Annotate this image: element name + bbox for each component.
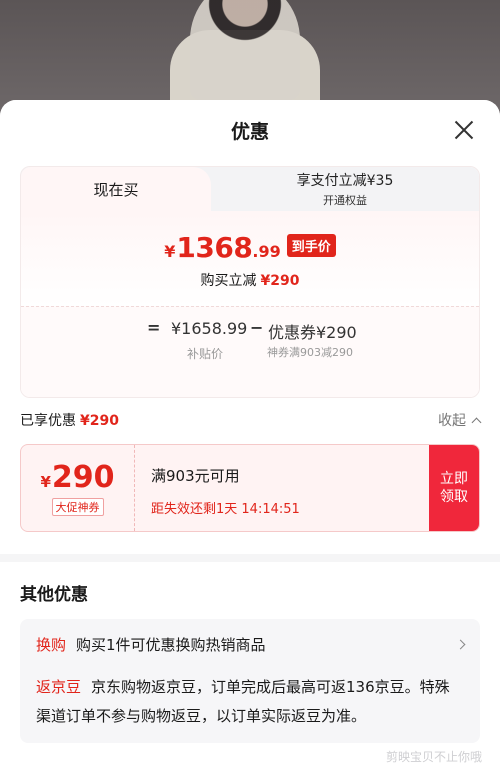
other-discounts-box: 换购 购买1件可优惠换购热销商品 返京豆 京东购物返京豆，订单完成后最高可返136京… [20, 619, 480, 743]
coupon-amount-value: 290 [51, 460, 115, 495]
watermark: 剪映宝贝不止你哦 [385, 750, 482, 764]
enjoyed-discount: 已享优惠 ¥290 [20, 410, 119, 430]
tab-payment-discount-sub: 开通权益 [323, 194, 367, 207]
exchange-purchase-row[interactable]: 换购 购买1件可优惠换购热销商品 [36, 631, 466, 657]
collapse-button[interactable]: 收起 [438, 410, 482, 430]
formula-equals: = [147, 318, 161, 337]
price-formula: = ¥1658.99 补贴价 − 优惠券¥290 神券满903减290 [21, 306, 479, 397]
other-discounts-title: 其他优惠 [20, 585, 88, 605]
formula-minus: − [250, 318, 264, 337]
formula-coupon: 优惠券¥290 [268, 323, 357, 342]
instant-reduce-row: 购买立减 ¥290 [21, 270, 479, 290]
product-image-backdrop [0, 0, 500, 110]
enjoyed-discount-label: 已享优惠 [20, 413, 76, 429]
coupon-condition: 满903元可用 [151, 467, 240, 485]
collapse-label: 收起 [438, 413, 466, 429]
final-price-integer: 1368 [176, 231, 253, 264]
formula-base-price: ¥1658.99 [171, 319, 248, 338]
tab-buy-now[interactable]: 现在买 [21, 167, 211, 211]
enjoyed-discount-value: ¥290 [80, 413, 119, 429]
chevron-right-icon [455, 639, 466, 649]
tab-payment-discount-label: 享支付立减¥35 [296, 173, 394, 189]
coupon-value-block: ¥ 290 大促神券 [21, 445, 135, 531]
coupon-card: ¥ 290 大促神券 满903元可用 距失效还剩1天 14:14:51 立即领取 [20, 444, 480, 532]
coupon-currency: ¥ [40, 473, 51, 491]
tab-buy-now-label: 现在买 [93, 180, 139, 199]
final-price-section: ¥ 1368 .99 到手价 购买立减 ¥290 [21, 211, 479, 306]
coupon-info: 满903元可用 距失效还剩1天 14:14:51 [135, 445, 429, 531]
jd-bean-tag: 返京豆 [36, 678, 82, 696]
sheet-top-section: 优惠 现在买 享支付立减¥35 开通权益 ¥ 1368 .99 到手价 购买立减… [0, 100, 500, 554]
jd-bean-text: 京东购物返京豆，订单完成后最高可返136京豆。特殊渠道订单不参与购物返豆，以订单… [36, 678, 450, 725]
coupon-tag: 大促神券 [51, 498, 104, 516]
exchange-purchase-text-wrap: 换购 购买1件可优惠换购热销商品 [36, 634, 266, 655]
final-price-decimal: .99 [252, 242, 281, 261]
formula-base-label: 补贴价 [187, 347, 224, 361]
product-model-figure [190, 0, 300, 100]
instant-reduce-label: 购买立减 [200, 273, 257, 289]
coupon-amount: ¥ 290 [40, 460, 114, 495]
other-discounts-section: 其他优惠 换购 购买1件可优惠换购热销商品 返京豆 京东购物返京豆，订单完成后最高可… [0, 562, 500, 775]
sheet-header: 优惠 [0, 100, 500, 160]
final-price-currency: ¥ [164, 242, 176, 261]
instant-reduce-value: ¥290 [260, 273, 300, 289]
price-tabs: 现在买 享支付立减¥35 开通权益 [21, 167, 479, 211]
final-price: ¥ 1368 .99 到手价 [21, 231, 479, 264]
price-card: 现在买 享支付立减¥35 开通权益 ¥ 1368 .99 到手价 购买立减 ¥29… [20, 166, 480, 398]
claim-coupon-button[interactable]: 立即领取 [429, 445, 479, 531]
coupon-expiry: 距失效还剩1天 14:14:51 [151, 502, 300, 517]
discount-sheet: 优惠 现在买 享支付立减¥35 开通权益 ¥ 1368 .99 到手价 购买立减… [0, 100, 500, 775]
final-price-badge: 到手价 [286, 234, 336, 257]
enjoyed-discount-row: 已享优惠 ¥290 收起 [0, 398, 500, 440]
exchange-purchase-tag: 换购 [36, 635, 67, 654]
chevron-up-icon [471, 417, 482, 427]
close-icon[interactable] [454, 120, 474, 140]
formula-coupon-label: 神券满903减290 [267, 346, 353, 359]
tab-payment-discount[interactable]: 享支付立减¥35 开通权益 [211, 167, 479, 211]
sheet-title: 优惠 [230, 120, 269, 143]
exchange-purchase-text: 购买1件可优惠换购热销商品 [76, 635, 266, 654]
jd-bean-row: 返京豆 京东购物返京豆，订单完成后最高可返136京豆。特殊渠道订单不参与购物返豆，… [36, 673, 464, 731]
